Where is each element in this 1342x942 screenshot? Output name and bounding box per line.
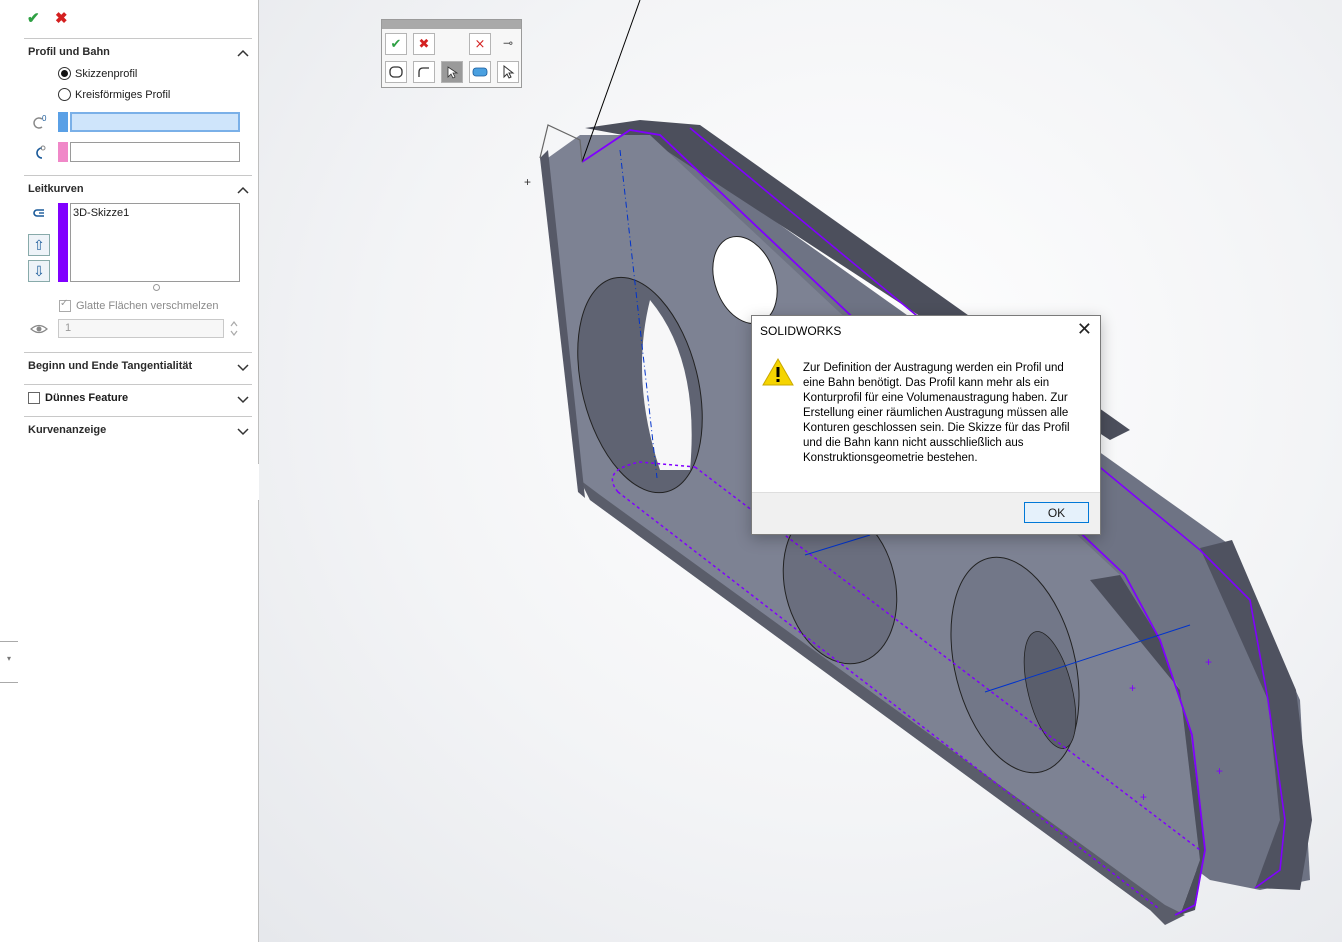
chevron-down-icon[interactable] — [236, 362, 250, 372]
x-icon: ✖ — [418, 36, 430, 51]
open-loop-icon — [418, 67, 429, 77]
toolbar-ok-button[interactable]: ✔ — [385, 33, 407, 55]
path-color-bar — [58, 142, 68, 162]
radio-label: Kreisförmiges Profil — [75, 88, 171, 101]
radio-label: Skizzenprofil — [75, 67, 138, 80]
clear-selection-icon: ⨯ — [474, 36, 486, 51]
arrow-up-icon: ⇧ — [33, 236, 45, 253]
toolbar-titlebar[interactable] — [382, 20, 521, 29]
resize-handle[interactable] — [153, 284, 160, 291]
region-select-icon — [447, 66, 459, 79]
cursor-icon — [503, 65, 515, 79]
tangency-spinner-input[interactable]: 1 — [58, 319, 224, 338]
radio-circular-profile[interactable]: Kreisförmiges Profil — [58, 88, 170, 101]
check-icon: ✔ — [390, 36, 402, 51]
point-marker: + — [1140, 790, 1147, 804]
section-title-tangency[interactable]: Beginn und Ende Tangentialität — [28, 360, 192, 372]
checkbox-label: Glatte Flächen verschmelzen — [76, 300, 219, 312]
point-marker: + — [1129, 681, 1136, 695]
toolbar-closed-loop-button[interactable] — [385, 61, 407, 83]
separator — [24, 38, 252, 39]
checkbox-box — [28, 392, 40, 404]
dialog-message: Zur Definition der Austragung werden ein… — [803, 362, 1070, 464]
section-title-thin-feature: Dünnes Feature — [45, 392, 129, 404]
section-title-guide-curves[interactable]: Leitkurven — [28, 183, 84, 195]
panel-collapse-handle[interactable]: ▾ — [0, 641, 18, 683]
chevron-up-icon[interactable] — [236, 185, 250, 195]
chevron-down-icon[interactable] — [236, 394, 250, 404]
profile-selection-field[interactable] — [70, 112, 240, 132]
caret-down-icon: ▾ — [7, 654, 12, 663]
profile-color-bar — [58, 112, 68, 132]
radio-sketch-profile[interactable]: Skizzenprofil — [58, 67, 137, 80]
guide-color-bar — [58, 203, 68, 282]
path-selection-field[interactable] — [70, 142, 240, 162]
arrow-down-icon: ⇩ — [33, 262, 45, 279]
guide-curves-list[interactable]: 3D-Skizze1 — [70, 203, 240, 282]
point-marker: + — [1205, 655, 1212, 669]
toolbar-select-button[interactable] — [497, 61, 519, 83]
checkbox-box — [59, 298, 71, 312]
message-dialog: SOLIDWORKS ✕ Zur Definition der Austragu… — [751, 315, 1101, 535]
closed-loop-icon — [389, 66, 403, 78]
close-icon[interactable]: ✕ — [1077, 319, 1092, 340]
profile-icon: 0 — [33, 114, 47, 129]
move-down-button[interactable]: ⇩ — [28, 260, 50, 282]
ok-button[interactable]: OK — [1024, 502, 1089, 523]
warning-icon — [762, 357, 794, 386]
dialog-footer: OK — [752, 492, 1100, 534]
separator — [24, 384, 252, 385]
cancel-x-icon[interactable]: ✖ — [55, 9, 68, 27]
svg-text:0: 0 — [42, 114, 47, 123]
merge-smooth-checkbox[interactable]: Glatte Flächen verschmelzen — [59, 298, 219, 312]
chevron-up-icon[interactable] — [236, 48, 250, 58]
section-title-profile-path[interactable]: Profil und Bahn — [28, 46, 110, 58]
pin-icon[interactable]: ⊸ — [503, 36, 513, 50]
dialog-title: SOLIDWORKS — [760, 324, 842, 338]
toolbar-open-loop-button[interactable] — [413, 61, 435, 83]
spinner-arrows-icon[interactable] — [228, 319, 240, 338]
toolbar-region-button[interactable] — [441, 61, 463, 83]
radio-indicator — [58, 88, 71, 101]
move-up-button[interactable]: ⇧ — [28, 234, 50, 256]
chevron-down-icon[interactable] — [236, 426, 250, 436]
toolbar-cancel-button[interactable]: ✖ — [413, 33, 435, 55]
radio-selected-indicator — [58, 67, 71, 80]
separator — [24, 352, 252, 353]
toolbar-clear-button[interactable]: ⨯ — [469, 33, 491, 55]
eye-icon — [30, 324, 48, 334]
separator — [24, 416, 252, 417]
path-icon — [36, 145, 46, 159]
property-manager: ✔ ✖ Profil und Bahn Skizzenprofil Kreisf… — [0, 0, 259, 942]
list-item[interactable]: 3D-Skizze1 — [73, 207, 237, 219]
separator — [24, 175, 252, 176]
section-title-curve-display[interactable]: Kurvenanzeige — [28, 424, 106, 436]
face-select-icon — [472, 67, 488, 77]
point-marker: + — [1216, 764, 1223, 778]
selection-toolbar: ✔ ✖ ⨯ ⊸ — [381, 19, 522, 88]
ok-check-icon[interactable]: ✔ — [27, 9, 40, 27]
guide-curve-icon — [33, 209, 44, 217]
toolbar-face-button[interactable] — [469, 61, 491, 83]
thin-feature-checkbox[interactable]: Dünnes Feature — [28, 392, 128, 404]
origin-marker: + — [524, 175, 531, 189]
